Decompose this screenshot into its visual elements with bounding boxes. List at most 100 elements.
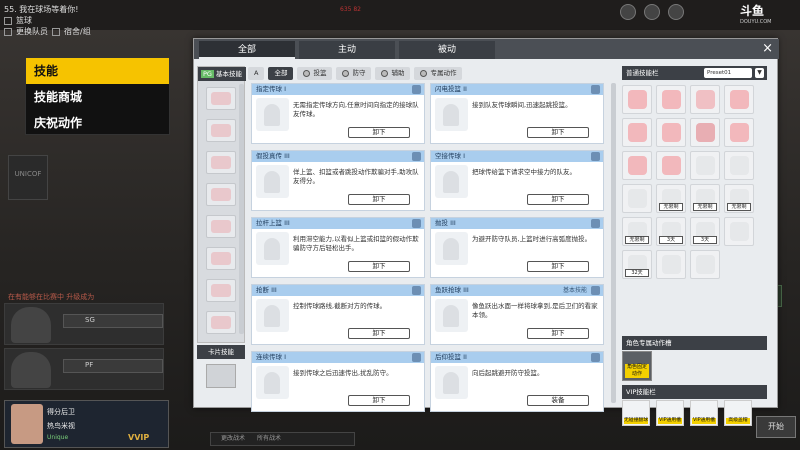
close-icon[interactable]: × xyxy=(762,41,773,56)
equipped-skill-slot[interactable]: 3天 xyxy=(690,217,720,246)
menu-item-skill-shop[interactable]: 技能商城 xyxy=(26,84,169,110)
skill-equip-button[interactable]: 卸下 xyxy=(348,127,410,138)
skill-description: 接到队友传球瞬间,迅速起跳投篮。 xyxy=(472,101,572,109)
role-action-slot[interactable]: 角色固定动作 xyxy=(622,351,652,381)
skill-illustration xyxy=(435,165,468,198)
basic-skill-slot[interactable] xyxy=(206,311,236,334)
achievement-icon[interactable] xyxy=(620,4,636,20)
equipped-skill-slot[interactable] xyxy=(690,118,720,147)
skill-type-icon xyxy=(591,286,600,295)
menu-item-skills[interactable]: 技能 xyxy=(26,58,169,84)
basic-skill-slot[interactable] xyxy=(206,87,236,110)
equipped-skill-slot[interactable]: 无限制 xyxy=(690,184,720,213)
skill-card: 假投真传 III 佯上篮、扣篮或者跳投动作欺骗对手,助攻队友得分。卸下 xyxy=(251,150,425,211)
position-dropdown[interactable] xyxy=(63,359,163,373)
equipped-skill-slot[interactable] xyxy=(622,151,652,180)
equipped-skill-slot[interactable] xyxy=(656,151,686,180)
equipped-skill-slot[interactable] xyxy=(622,184,652,213)
skill-equip-button[interactable]: 卸下 xyxy=(527,261,589,272)
basic-skill-slot[interactable] xyxy=(206,247,236,270)
equipped-skill-slot[interactable] xyxy=(656,85,686,114)
player-rank: Unique xyxy=(47,434,69,441)
vip-skill-slot[interactable]: VIP通用槽 xyxy=(690,400,718,426)
basic-skill-slot[interactable] xyxy=(206,215,236,238)
skill-list-scrollbar[interactable] xyxy=(611,83,616,403)
vip-skill-slot[interactable]: 高级盖帽 xyxy=(724,400,752,426)
equipped-skill-slot[interactable] xyxy=(622,118,652,147)
start-button[interactable]: 开始 xyxy=(756,416,796,438)
tactic-selector[interactable]: 更改战术 所有战术 xyxy=(210,432,355,446)
menu-item-celebration[interactable]: 庆祝动作 xyxy=(26,110,169,136)
equipped-skill-slot[interactable] xyxy=(724,151,754,180)
basic-skill-slot[interactable] xyxy=(206,279,236,302)
basic-skill-panel: PG 基本技能 xyxy=(197,66,246,343)
vip-skill-slot[interactable]: 无碰撞翻球 xyxy=(622,400,650,426)
equipped-skill-slot[interactable] xyxy=(656,118,686,147)
equipped-skill-slot[interactable] xyxy=(690,250,720,279)
filter-shooting[interactable]: 投篮 xyxy=(297,66,333,80)
equipped-skill-slot[interactable] xyxy=(690,85,720,114)
skill-equip-button[interactable]: 卸下 xyxy=(527,127,589,138)
preset-select[interactable]: Preset01 xyxy=(704,68,752,78)
equipped-skill-slot[interactable] xyxy=(724,85,754,114)
player-slot[interactable]: PF xyxy=(4,348,164,390)
equipped-skill-slot[interactable]: 3天 xyxy=(656,217,686,246)
filter-all[interactable]: 全部 xyxy=(268,66,294,80)
skill-equip-button[interactable]: 卸下 xyxy=(348,261,410,272)
equipped-skill-slot[interactable] xyxy=(656,250,686,279)
equipped-skill-slot[interactable] xyxy=(622,85,652,114)
filter-signature[interactable]: 专属动作 xyxy=(414,66,463,80)
score-readout: 635 82 xyxy=(340,6,361,13)
skill-description: 向后起跳避开防守投篮。 xyxy=(472,369,544,377)
vip-skill-slot[interactable]: VIP通用槽 xyxy=(656,400,684,426)
equipped-skill-slot[interactable] xyxy=(690,151,720,180)
basic-skill-slot[interactable] xyxy=(206,183,236,206)
skill-equip-button[interactable]: 卸下 xyxy=(527,194,589,205)
basic-skill-slot[interactable] xyxy=(206,151,236,174)
shooting-icon xyxy=(303,69,311,77)
skill-type-icon xyxy=(412,353,421,362)
equipped-skill-slot[interactable]: 无限制 xyxy=(724,184,754,213)
player-card[interactable]: 得分后卫 热鸟米视 Unique VVIP xyxy=(4,400,169,448)
equipped-skill-slot[interactable]: 无限制 xyxy=(622,217,652,246)
tab-passive[interactable]: 被动 xyxy=(399,41,495,59)
skill-dialog: 全部 主动 被动 × PG 基本技能 卡片技能 A 全部 投篮 防守 辅助 专属动… xyxy=(193,38,779,426)
skill-equip-button[interactable]: 装备 xyxy=(527,395,589,406)
position-dropdown[interactable] xyxy=(63,314,163,328)
basic-skill-slot[interactable] xyxy=(206,119,236,142)
skill-description: 像鱼跃出水面一样将球拿到,是后卫们的看家本领。 xyxy=(472,302,598,319)
equipped-skill-slot[interactable]: 32天 xyxy=(622,250,652,279)
swap-icon[interactable] xyxy=(4,27,12,36)
skill-title: 假投真传 III xyxy=(252,151,424,162)
sound-icon[interactable] xyxy=(644,4,660,20)
skill-equip-button[interactable]: 卸下 xyxy=(527,328,589,339)
tab-all[interactable]: 全部 xyxy=(199,41,295,59)
tab-active[interactable]: 主动 xyxy=(299,41,395,59)
player-position: 得分后卫 xyxy=(47,408,75,416)
watermark-logo: 斗鱼 DOUYU.COM xyxy=(740,4,772,25)
skill-type-icon xyxy=(412,85,421,94)
filter-letter[interactable]: A xyxy=(248,66,265,80)
filter-assist[interactable]: 辅助 xyxy=(375,66,411,80)
top-icon-bar xyxy=(620,4,684,20)
skill-description: 接到传球之后迅速传出,扰乱防守。 xyxy=(293,369,393,377)
skill-equip-button[interactable]: 卸下 xyxy=(348,395,410,406)
card-skill-slot[interactable] xyxy=(206,364,236,388)
skill-title: 抢断 III xyxy=(252,285,424,296)
filter-defense[interactable]: 防守 xyxy=(336,66,372,80)
normal-skill-header: 普通技能栏 Preset01 ▼ xyxy=(622,66,767,80)
skill-equip-button[interactable]: 卸下 xyxy=(348,194,410,205)
basic-skill-scrollbar[interactable] xyxy=(239,84,244,334)
skill-description: 利用滞空能力,以看似上篮或扣篮的假动作欺骗防守方后轻松出手。 xyxy=(293,235,419,252)
player-slot[interactable]: SG xyxy=(4,303,164,345)
equipped-skill-slot[interactable] xyxy=(724,118,754,147)
skill-description: 佯上篮、扣篮或者跳投动作欺骗对手,助攻队友得分。 xyxy=(293,168,419,185)
skill-type-icon xyxy=(591,353,600,362)
mail-icon[interactable] xyxy=(668,4,684,20)
equipped-skill-slot[interactable]: 无限制 xyxy=(656,184,686,213)
equipped-skill-slot[interactable] xyxy=(724,217,754,246)
skill-type-icon xyxy=(412,219,421,228)
dorm-icon[interactable] xyxy=(52,27,60,36)
chevron-down-icon[interactable]: ▼ xyxy=(755,68,764,78)
skill-equip-button[interactable]: 卸下 xyxy=(348,328,410,339)
